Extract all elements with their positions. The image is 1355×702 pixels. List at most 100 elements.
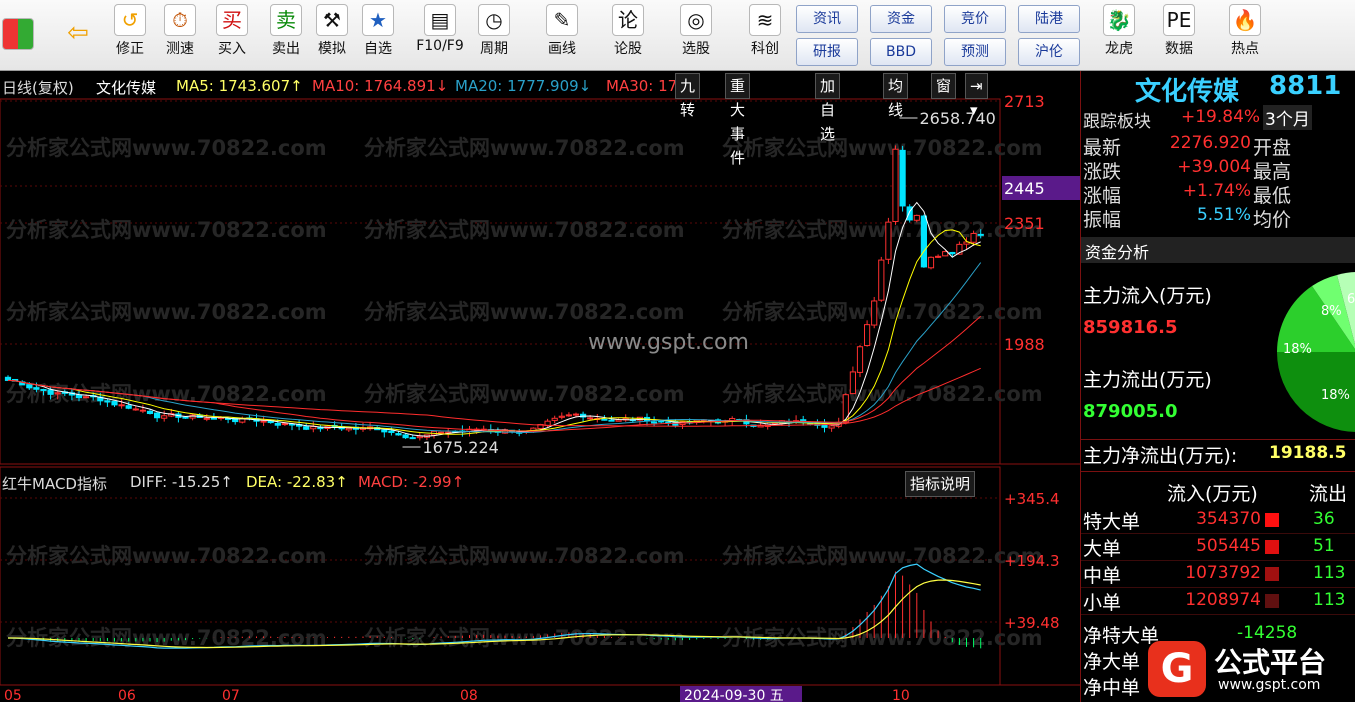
- net-outflow-value: 19188.5: [1269, 443, 1347, 463]
- toolbar-button-label: 修正: [116, 41, 144, 57]
- panel-stock-name: 文化传媒: [1135, 77, 1240, 107]
- stock-name-label: 文化传媒: [96, 79, 157, 97]
- toolbar-button-10[interactable]: ✎ 画线: [538, 0, 586, 58]
- toolbar-button-6[interactable]: ⚒ 模拟: [308, 0, 356, 58]
- small-button-bottom-1[interactable]: BBD: [870, 38, 932, 66]
- date-axis-label: 10: [892, 688, 910, 702]
- small-button-top-2[interactable]: 竞价: [944, 5, 1006, 33]
- candle-body: [572, 413, 580, 416]
- sci-tech-icon: ≋: [749, 4, 781, 36]
- watermark-text: 分析家公式网www.70822.com: [722, 300, 1043, 324]
- toolbar-button-grid[interactable]: ▦: [0, 0, 36, 52]
- grid-icon: ▦: [2, 18, 34, 50]
- toolbar-button-5[interactable]: 卖卖出: [262, 0, 310, 58]
- toolbar-button-7[interactable]: ★ 自选: [354, 0, 402, 58]
- logo-url: www.gspt.com: [1218, 677, 1321, 693]
- price-axis-label: 2351: [1004, 214, 1045, 233]
- price-axis-label: 2445: [1004, 179, 1045, 198]
- candle-body: [601, 418, 608, 421]
- discuss-icon: 论: [612, 4, 644, 36]
- chart-tab-0[interactable]: 九转: [675, 73, 701, 119]
- candle-body: [949, 251, 956, 255]
- toolbar-button-15[interactable]: PE 数据: [1150, 0, 1208, 58]
- toolbar: ▦ ⇦ ↺ 修正 ⏱测速买买入卖卖出⚒模拟★自选▤F10/F9◷周期 ✎画线论论股 ◎选股 ≋…: [0, 0, 1355, 71]
- small-button-top-0[interactable]: 资讯: [796, 5, 858, 33]
- expand-arrow-icon[interactable]: ⇥ ▾: [965, 73, 988, 119]
- quote-side-label: 最高: [1253, 161, 1292, 183]
- outflow-label: 主力流出(万元): [1083, 369, 1212, 391]
- chart-tab-1[interactable]: 重大事件: [725, 73, 751, 167]
- toolbar-button-14[interactable]: 🐉 龙虎: [1090, 0, 1148, 58]
- toolbar-button-16[interactable]: 🔥 热点: [1216, 0, 1274, 58]
- kline-chart[interactable]: 分析家公式网www.70822.com 分析家公式网www.70822.com 分析…: [0, 71, 1080, 702]
- toolbar-button-back-arrow[interactable]: ⇦: [54, 0, 102, 50]
- quote-side-label: 最低: [1253, 185, 1292, 207]
- small-button-bottom-2[interactable]: 预测: [944, 38, 1006, 66]
- flow-row-value: 1208974: [1185, 590, 1261, 610]
- toolbar-button-label: 论股: [614, 41, 642, 57]
- macd-title[interactable]: 红牛MACD指标: [2, 473, 107, 494]
- correction-icon: ↺: [114, 4, 146, 36]
- toolbar-button-8[interactable]: ▤ F10/F9: [408, 0, 472, 54]
- watermark-text: 分析家公式网www.70822.com: [722, 218, 1043, 242]
- macd-dea: DEA: -22.83↑: [246, 473, 348, 491]
- indicator-explain-button[interactable]: 指标说明: [905, 471, 976, 497]
- candle-body: [913, 214, 920, 221]
- small-button-bottom-3[interactable]: 沪伦: [1018, 38, 1080, 66]
- candle-body: [849, 371, 856, 395]
- candle-body: [658, 420, 665, 423]
- outflow-value: 879005.0: [1083, 401, 1178, 422]
- flow-row-value: 505445: [1196, 536, 1261, 556]
- flow-row-label: 特大单: [1083, 511, 1141, 533]
- watermark-text: 分析家公式网www.70822.com: [364, 218, 685, 242]
- table-head-outflow: 流出: [1309, 483, 1348, 505]
- candle-body: [587, 417, 594, 420]
- toolbar-button-11[interactable]: 论论股: [604, 0, 652, 58]
- toolbar-button-2[interactable]: ↺ 修正: [106, 0, 154, 58]
- date-axis-label: 06: [118, 688, 136, 702]
- watermark-text: 分析家公式网www.70822.com: [722, 382, 1043, 406]
- period-label[interactable]: 日线(复权): [2, 77, 74, 98]
- small-button-top-3[interactable]: 陆港: [1018, 5, 1080, 33]
- quote-value: 5.51%: [1196, 205, 1251, 225]
- small-button-top-1[interactable]: 资金: [870, 5, 932, 33]
- track-period[interactable]: 3个月: [1263, 105, 1312, 130]
- toolbar-button-12[interactable]: ◎ 选股: [672, 0, 720, 58]
- candle-body: [118, 404, 125, 407]
- speed-test-icon: ⏱: [164, 4, 196, 36]
- ma30-label: MA30: 17: [606, 77, 678, 95]
- toolbar-button-4[interactable]: 买买入: [208, 0, 256, 58]
- toolbar-button-13[interactable]: ≋ 科创: [736, 0, 794, 58]
- watermark-text: 分析家公式网www.70822.com: [6, 382, 327, 406]
- candle-body: [665, 421, 672, 424]
- toolbar-button-9[interactable]: ◷ 周期: [470, 0, 518, 58]
- candle-body: [260, 420, 267, 423]
- chart-tab-3[interactable]: 均线: [883, 73, 909, 119]
- watermark-text: 分析家公式网www.70822.com: [722, 544, 1043, 568]
- candle-body: [615, 419, 622, 422]
- date-axis-label: 2024-09-30 五: [684, 688, 784, 702]
- flow-row-value: 354370: [1196, 509, 1261, 529]
- candle-body: [132, 408, 139, 411]
- track-value: +19.84%: [1181, 107, 1261, 127]
- candle-body: [267, 420, 274, 424]
- watermark-text: 分析家公式网www.70822.com: [6, 218, 327, 242]
- candle-body: [47, 389, 54, 395]
- low-price-label: 1675.224: [423, 438, 499, 457]
- candle-body: [920, 215, 927, 268]
- toolbar-button-label: 科创: [751, 41, 779, 57]
- candle-body: [381, 429, 388, 433]
- candle-body: [146, 410, 154, 414]
- watermark-text: 分析家公式网www.70822.com: [6, 300, 327, 324]
- chart-tab-2[interactable]: 加自选: [815, 73, 841, 143]
- candle-body: [104, 400, 111, 403]
- table-head-inflow: 流入(万元): [1167, 483, 1258, 505]
- chart-tab-4[interactable]: 窗: [931, 73, 957, 99]
- date-axis-label: 07: [222, 688, 240, 702]
- net-row-label: 净中单: [1083, 677, 1141, 699]
- candle-body: [345, 427, 352, 431]
- small-button-bottom-0[interactable]: 研报: [796, 38, 858, 66]
- date-axis-label: 08: [460, 688, 478, 702]
- toolbar-button-3[interactable]: ⏱ 测速: [156, 0, 204, 58]
- candle-body: [303, 426, 310, 430]
